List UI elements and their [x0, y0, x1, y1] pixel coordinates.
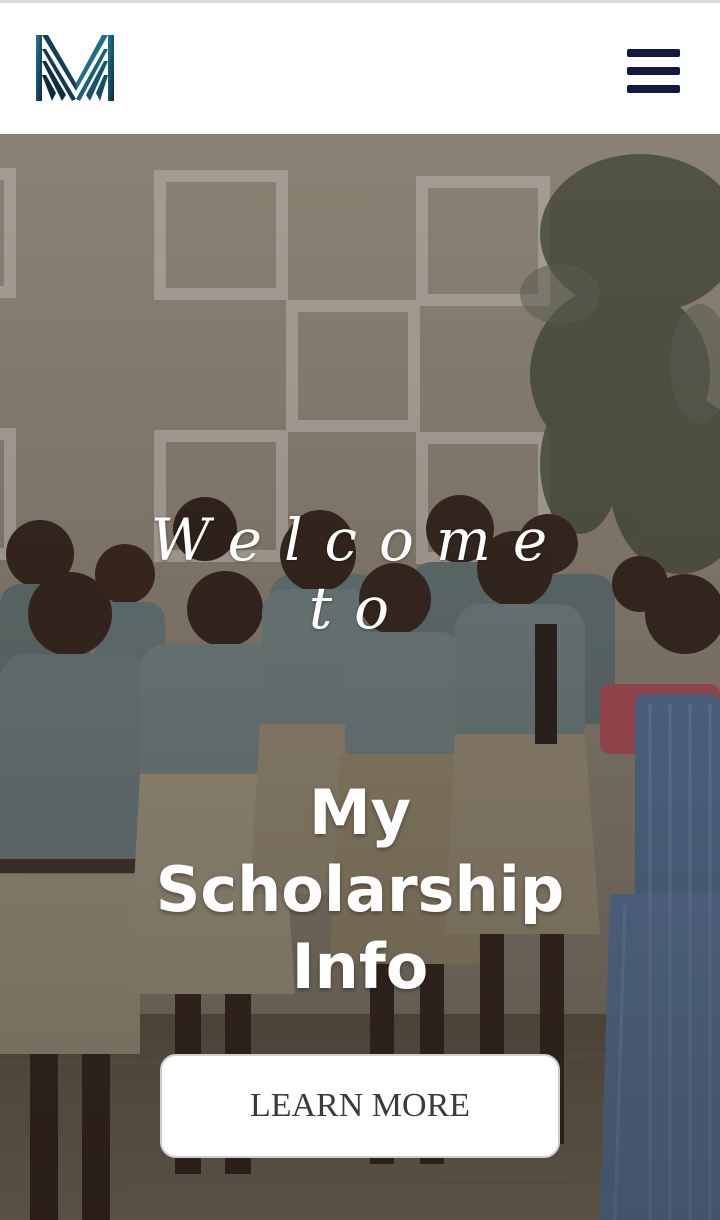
learn-more-button[interactable]: LEARN MORE	[160, 1054, 560, 1158]
page: Welcome to My Scholarship Info LEARN MOR…	[0, 0, 720, 1220]
welcome-heading: Welcome to	[130, 506, 590, 642]
m-logo-icon[interactable]	[34, 31, 118, 103]
welcome-line: Welcome	[150, 506, 570, 574]
hamburger-menu-icon[interactable]	[624, 47, 682, 99]
site-header	[0, 3, 720, 134]
title-line: Info	[291, 930, 429, 1003]
hero-section: Welcome to My Scholarship Info LEARN MOR…	[0, 134, 720, 1220]
welcome-line: to	[308, 574, 412, 642]
menu-bar	[627, 85, 680, 93]
menu-bar	[627, 49, 680, 57]
title-line: My	[308, 776, 412, 849]
title-line: Scholarship	[155, 853, 565, 926]
site-title: My Scholarship Info	[110, 774, 610, 1005]
menu-bar	[627, 67, 680, 75]
